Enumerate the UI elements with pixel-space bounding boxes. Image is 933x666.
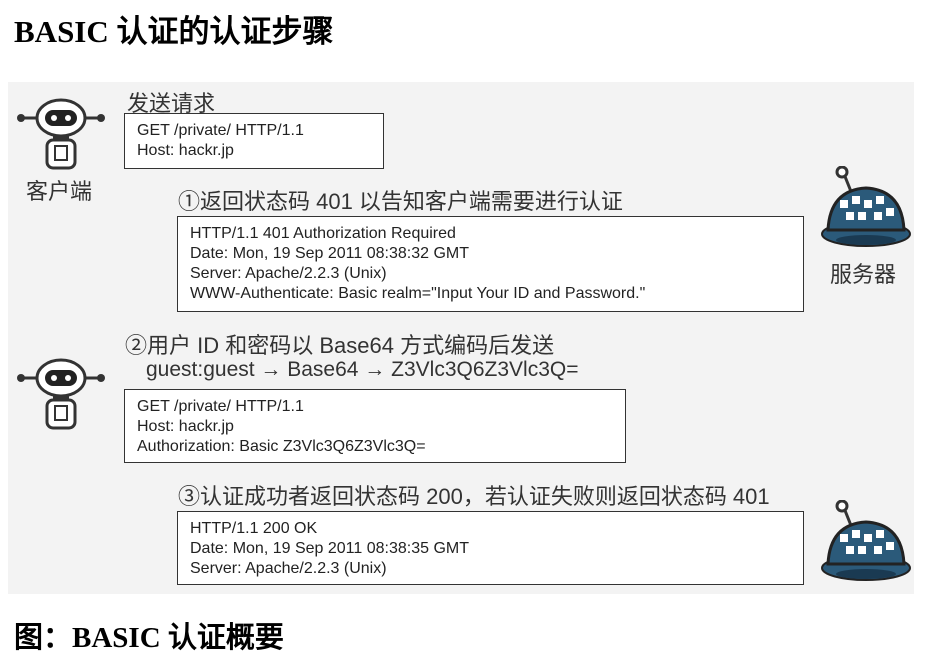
response-line: HTTP/1.1 401 Authorization Required	[190, 225, 456, 242]
page-title: BASIC 认证的认证步骤	[14, 14, 334, 49]
response-line: Server: Apache/2.2.3 (Unix)	[190, 560, 387, 577]
request-line: Host: hackr.jp	[137, 142, 234, 159]
response-box-1: HTTP/1.1 401 Authorization Required Date…	[177, 216, 804, 312]
client-robot-icon	[17, 98, 105, 170]
step-1-label: ①返回状态码 401 以告知客户端需要进行认证	[178, 189, 623, 214]
step-3-label: ③认证成功者返回状态码 200，若认证失败则返回状态码 401	[178, 484, 770, 509]
request-line: GET /private/ HTTP/1.1	[137, 122, 304, 139]
request-line: Authorization: Basic Z3Vlc3Q6Z3Vlc3Q=	[137, 438, 426, 455]
request-box-2: GET /private/ HTTP/1.1 Host: hackr.jp Au…	[124, 389, 626, 463]
request-line: Host: hackr.jp	[137, 418, 234, 435]
response-line: Date: Mon, 19 Sep 2011 08:38:32 GMT	[190, 245, 469, 262]
response-line: WWW-Authenticate: Basic realm="Input You…	[190, 285, 646, 302]
client-robot-icon	[17, 358, 105, 430]
figure-caption: 图：BASIC 认证概要	[14, 622, 284, 654]
base64-encoding-line: guest:guest → Base64 → Z3Vlc3Q6Z3Vlc3Q=	[146, 358, 579, 381]
response-line: Date: Mon, 19 Sep 2011 08:38:35 GMT	[190, 540, 469, 557]
response-line: HTTP/1.1 200 OK	[190, 520, 318, 537]
request-box-1: GET /private/ HTTP/1.1 Host: hackr.jp	[124, 113, 384, 169]
step-2-label: ②用户 ID 和密码以 Base64 方式编码后发送	[125, 333, 555, 358]
server-label: 服务器	[830, 262, 897, 287]
client-label: 客户端	[26, 179, 93, 204]
response-line: Server: Apache/2.2.3 (Unix)	[190, 265, 387, 282]
request-line: GET /private/ HTTP/1.1	[137, 398, 304, 415]
response-box-2: HTTP/1.1 200 OK Date: Mon, 19 Sep 2011 0…	[177, 511, 804, 585]
server-robot-icon	[821, 500, 911, 581]
server-robot-icon	[821, 166, 911, 247]
